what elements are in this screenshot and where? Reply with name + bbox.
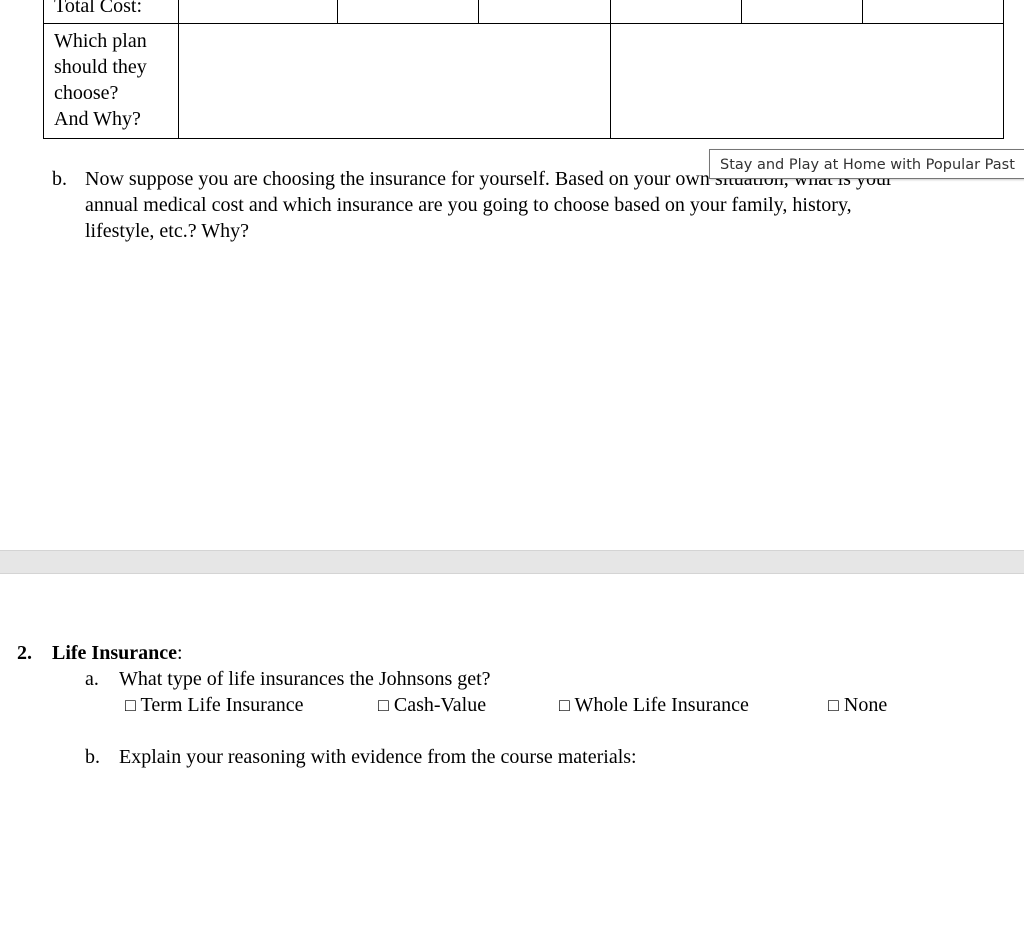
section-title-text: Life Insurance (52, 642, 177, 664)
tooltip: Stay and Play at Home with Popular Past (709, 149, 1024, 179)
label-line: Which plan (54, 30, 147, 52)
total-cost-label-cell: Total Cost: (43, 0, 179, 24)
option-label: Term Life Insurance (140, 694, 304, 716)
table-cell[interactable] (178, 0, 338, 24)
answer-cell[interactable] (178, 23, 611, 139)
option-label: None (843, 694, 888, 716)
option-label: Whole Life Insurance (574, 694, 749, 716)
section-title: Life Insurance: (52, 640, 183, 666)
label-line: And Why? (54, 108, 141, 130)
option-cash-value[interactable]: □ Cash-Value (378, 692, 486, 718)
choose-plan-label-cell: Which plan should they choose? And Why? (43, 23, 179, 139)
question-b2-text: Explain your reasoning with evidence fro… (119, 746, 637, 768)
table-cell[interactable] (478, 0, 611, 24)
table-cell[interactable] (337, 0, 479, 24)
checkbox-icon[interactable]: □ (559, 695, 570, 715)
option-term-life[interactable]: □ Term Life Insurance (125, 692, 303, 718)
checkbox-icon[interactable]: □ (125, 695, 136, 715)
question-b-marker: b. (52, 168, 67, 190)
table-cell[interactable] (741, 0, 863, 24)
checkbox-icon[interactable]: □ (828, 695, 839, 715)
colon: : (177, 642, 183, 664)
label-line: should they (54, 56, 147, 78)
checkbox-icon[interactable]: □ (378, 695, 389, 715)
plan-comparison-table: Total Cost: Which plan should they choos… (43, 0, 1004, 139)
page-break-gap (0, 550, 1024, 574)
option-whole-life[interactable]: □ Whole Life Insurance (559, 692, 749, 718)
text-line: lifestyle, etc.? Why? (85, 220, 250, 242)
table-cell[interactable] (862, 0, 1004, 24)
table-cell[interactable] (610, 0, 742, 24)
label-line: choose? (54, 82, 119, 104)
question-b2-marker: b. (85, 746, 100, 768)
section-number: 2. (17, 642, 32, 664)
text-line: annual medical cost and which insurance … (85, 194, 852, 216)
option-label: Cash-Value (393, 694, 487, 716)
question-a-text: What type of life insurances the Johnson… (119, 668, 491, 690)
option-none[interactable]: □ None (828, 692, 887, 718)
question-a-marker: a. (85, 668, 99, 690)
answer-cell[interactable] (610, 23, 1004, 139)
